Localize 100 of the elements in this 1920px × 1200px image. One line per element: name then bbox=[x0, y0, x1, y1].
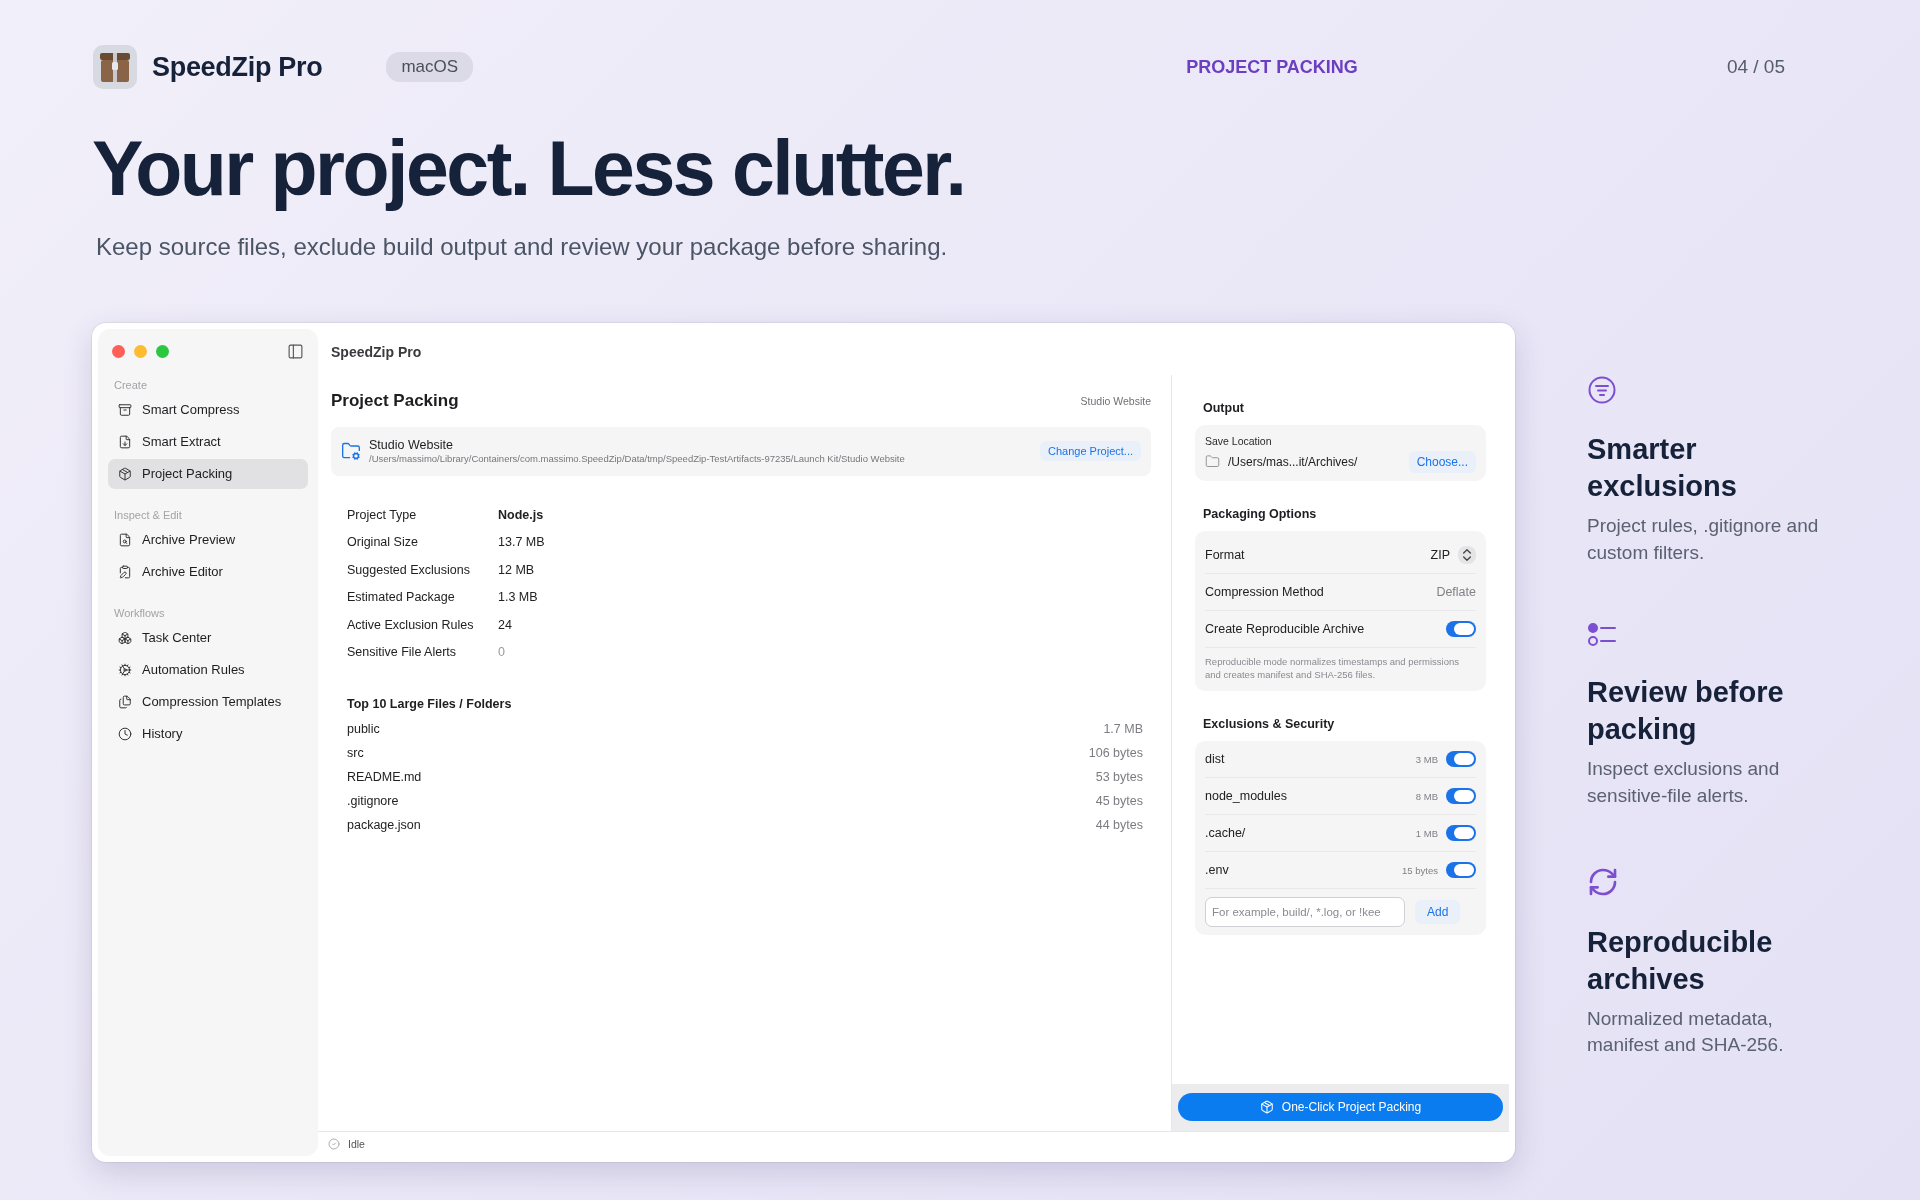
feature-title: Smarter exclusions bbox=[1587, 431, 1738, 504]
filter-icon bbox=[1587, 374, 1617, 405]
file-size: 45 bytes bbox=[1095, 793, 1143, 808]
subtitle: Keep source files, exclude build output and review your package before sharing. bbox=[96, 232, 949, 261]
sidebar-item[interactable]: Task Center bbox=[108, 622, 308, 653]
sidebar-item-icon bbox=[118, 662, 132, 677]
platform-badge: macOS bbox=[386, 52, 474, 82]
chevrons-icon bbox=[1458, 545, 1476, 564]
stat-value: 13.7 MB bbox=[498, 534, 545, 552]
exclusion-input-field[interactable]: For example, build/, *.log, or !kee bbox=[1205, 897, 1405, 928]
file-name: public bbox=[347, 721, 380, 736]
project-packing-button[interactable]: One-Click Project Packing bbox=[1178, 1093, 1503, 1122]
sidebar-section-heading: Workflows bbox=[114, 606, 166, 619]
sidebar-item[interactable]: Compression Templates bbox=[108, 686, 308, 717]
section-heading: Output bbox=[1203, 400, 1245, 415]
toggle-switch[interactable] bbox=[1446, 751, 1476, 768]
option-value: Deflate bbox=[1436, 584, 1476, 599]
exclusion-name: node_modules bbox=[1205, 789, 1288, 804]
file-name: README.md bbox=[347, 769, 422, 784]
option-note: Reproducible mode normalizes timestamps and permissions and creates manifest and SHA-256 files. bbox=[1205, 654, 1460, 682]
section-label: PROJECT PACKING bbox=[1186, 56, 1358, 78]
sidebar-item-icon bbox=[118, 532, 132, 547]
exclusion-size: 8 MB bbox=[1415, 790, 1438, 802]
sidebar-item-icon bbox=[118, 564, 132, 579]
headline: Your project. Less clutter. bbox=[92, 126, 966, 211]
stat-label: Suggested Exclusions bbox=[347, 561, 471, 579]
app-logo-icon bbox=[92, 44, 138, 90]
checklist-icon bbox=[1587, 622, 1617, 649]
toggle-switch[interactable] bbox=[1446, 862, 1476, 879]
stat-label: Estimated Package bbox=[347, 589, 456, 607]
stat-label: Project Type bbox=[347, 506, 418, 524]
toggle-switch[interactable] bbox=[1446, 788, 1476, 805]
feature-text: Project rules, .gitignore and custom filters. bbox=[1587, 513, 1820, 565]
project-name: Studio Website bbox=[369, 438, 454, 453]
sidebar-item-icon bbox=[118, 466, 132, 481]
stat-value: 24 bbox=[498, 616, 513, 634]
add-button[interactable]: Add bbox=[1415, 900, 1461, 925]
project-path: /Users/massimo/Library/Containers/com.massimo.SpeedZip/Data/tmp/SpeedZip-TestArtifacts-97235/Launch Kit/Studio Website bbox=[369, 453, 906, 465]
save-path: /Users/mas...it/Archives/ bbox=[1228, 454, 1359, 469]
stat-value: Node.js bbox=[498, 506, 545, 524]
toggle-switch[interactable] bbox=[1446, 620, 1476, 637]
sidebar-section-heading: Create bbox=[114, 378, 149, 391]
feature-text: Normalized metadata, manifest and SHA-256. bbox=[1587, 1006, 1785, 1058]
sidebar-item[interactable]: Project Packing bbox=[108, 458, 308, 489]
page-title: Project Packing bbox=[331, 390, 459, 411]
exclusion-name: .cache/ bbox=[1205, 826, 1247, 841]
file-size: 106 bytes bbox=[1088, 745, 1143, 760]
file-size: 1.7 MB bbox=[1103, 721, 1143, 736]
option-label: Compression Method bbox=[1205, 584, 1324, 599]
sidebar-toggle-icon[interactable] bbox=[287, 343, 304, 361]
format-select[interactable]: ZIP bbox=[1430, 545, 1476, 564]
stat-label: Sensitive File Alerts bbox=[347, 644, 458, 662]
exclusion-name: dist bbox=[1205, 752, 1226, 767]
stat-value: 1.3 MB bbox=[498, 589, 539, 607]
file-name: .gitignore bbox=[347, 793, 399, 808]
choose-button[interactable]: Choose... bbox=[1408, 450, 1476, 473]
stat-label: Active Exclusion Rules bbox=[347, 616, 475, 634]
section-heading: Packaging Options bbox=[1203, 506, 1318, 521]
sidebar-item-icon bbox=[118, 630, 132, 645]
folder-icon bbox=[1205, 454, 1220, 470]
stat-value: 0 bbox=[498, 644, 506, 662]
option-label: Create Reproducible Archive bbox=[1205, 621, 1365, 636]
sidebar-item[interactable]: Archive Preview bbox=[108, 524, 308, 555]
save-location-label: Save Location bbox=[1205, 434, 1273, 447]
sidebar-item[interactable]: Smart Extract bbox=[108, 426, 308, 457]
option-label: Format bbox=[1205, 547, 1245, 562]
package-icon bbox=[1259, 1100, 1274, 1115]
status-text: Idle bbox=[348, 1137, 365, 1150]
sidebar-item-icon bbox=[118, 434, 132, 449]
sidebar-item-icon bbox=[118, 402, 132, 417]
exclusion-name: .env bbox=[1205, 863, 1230, 878]
exclusion-size: 3 MB bbox=[1415, 753, 1438, 765]
file-size: 53 bytes bbox=[1095, 769, 1143, 784]
file-name: src bbox=[347, 745, 364, 760]
section-heading: Exclusions & Security bbox=[1203, 717, 1336, 732]
file-name: package.json bbox=[347, 817, 421, 832]
page-counter: 04 / 05 bbox=[1726, 56, 1785, 78]
sidebar-item[interactable]: Archive Editor bbox=[108, 556, 308, 587]
sidebar-item[interactable]: Smart Compress bbox=[108, 394, 308, 425]
sidebar-item-icon bbox=[118, 726, 132, 741]
close-button[interactable] bbox=[112, 345, 125, 359]
project-label: Studio Website bbox=[1080, 394, 1151, 407]
feature-title: Reproducible archives bbox=[1587, 924, 1774, 997]
app-name: SpeedZip Pro bbox=[152, 51, 323, 83]
sidebar-section-heading: Inspect & Edit bbox=[114, 508, 183, 521]
sidebar-item-icon bbox=[118, 694, 132, 709]
folder-gear-icon bbox=[341, 441, 361, 462]
stat-value: 12 MB bbox=[498, 561, 536, 579]
file-size: 44 bytes bbox=[1095, 817, 1143, 832]
feature-text: Inspect exclusions and sensitive-file alerts. bbox=[1587, 757, 1781, 808]
files-heading: Top 10 Large Files / Folders bbox=[347, 696, 513, 711]
sidebar-item[interactable]: History bbox=[108, 718, 308, 749]
change-project-button[interactable]: Change Project... bbox=[1040, 441, 1141, 462]
status-check-icon bbox=[328, 1137, 340, 1150]
exclusion-size: 1 MB bbox=[1415, 827, 1438, 839]
exclusion-size: 15 bytes bbox=[1402, 864, 1438, 876]
toggle-switch[interactable] bbox=[1446, 825, 1476, 842]
feature-title: Review before packing bbox=[1587, 675, 1785, 748]
sidebar-item[interactable]: Automation Rules bbox=[108, 654, 308, 685]
window-title: SpeedZip Pro bbox=[331, 343, 422, 360]
